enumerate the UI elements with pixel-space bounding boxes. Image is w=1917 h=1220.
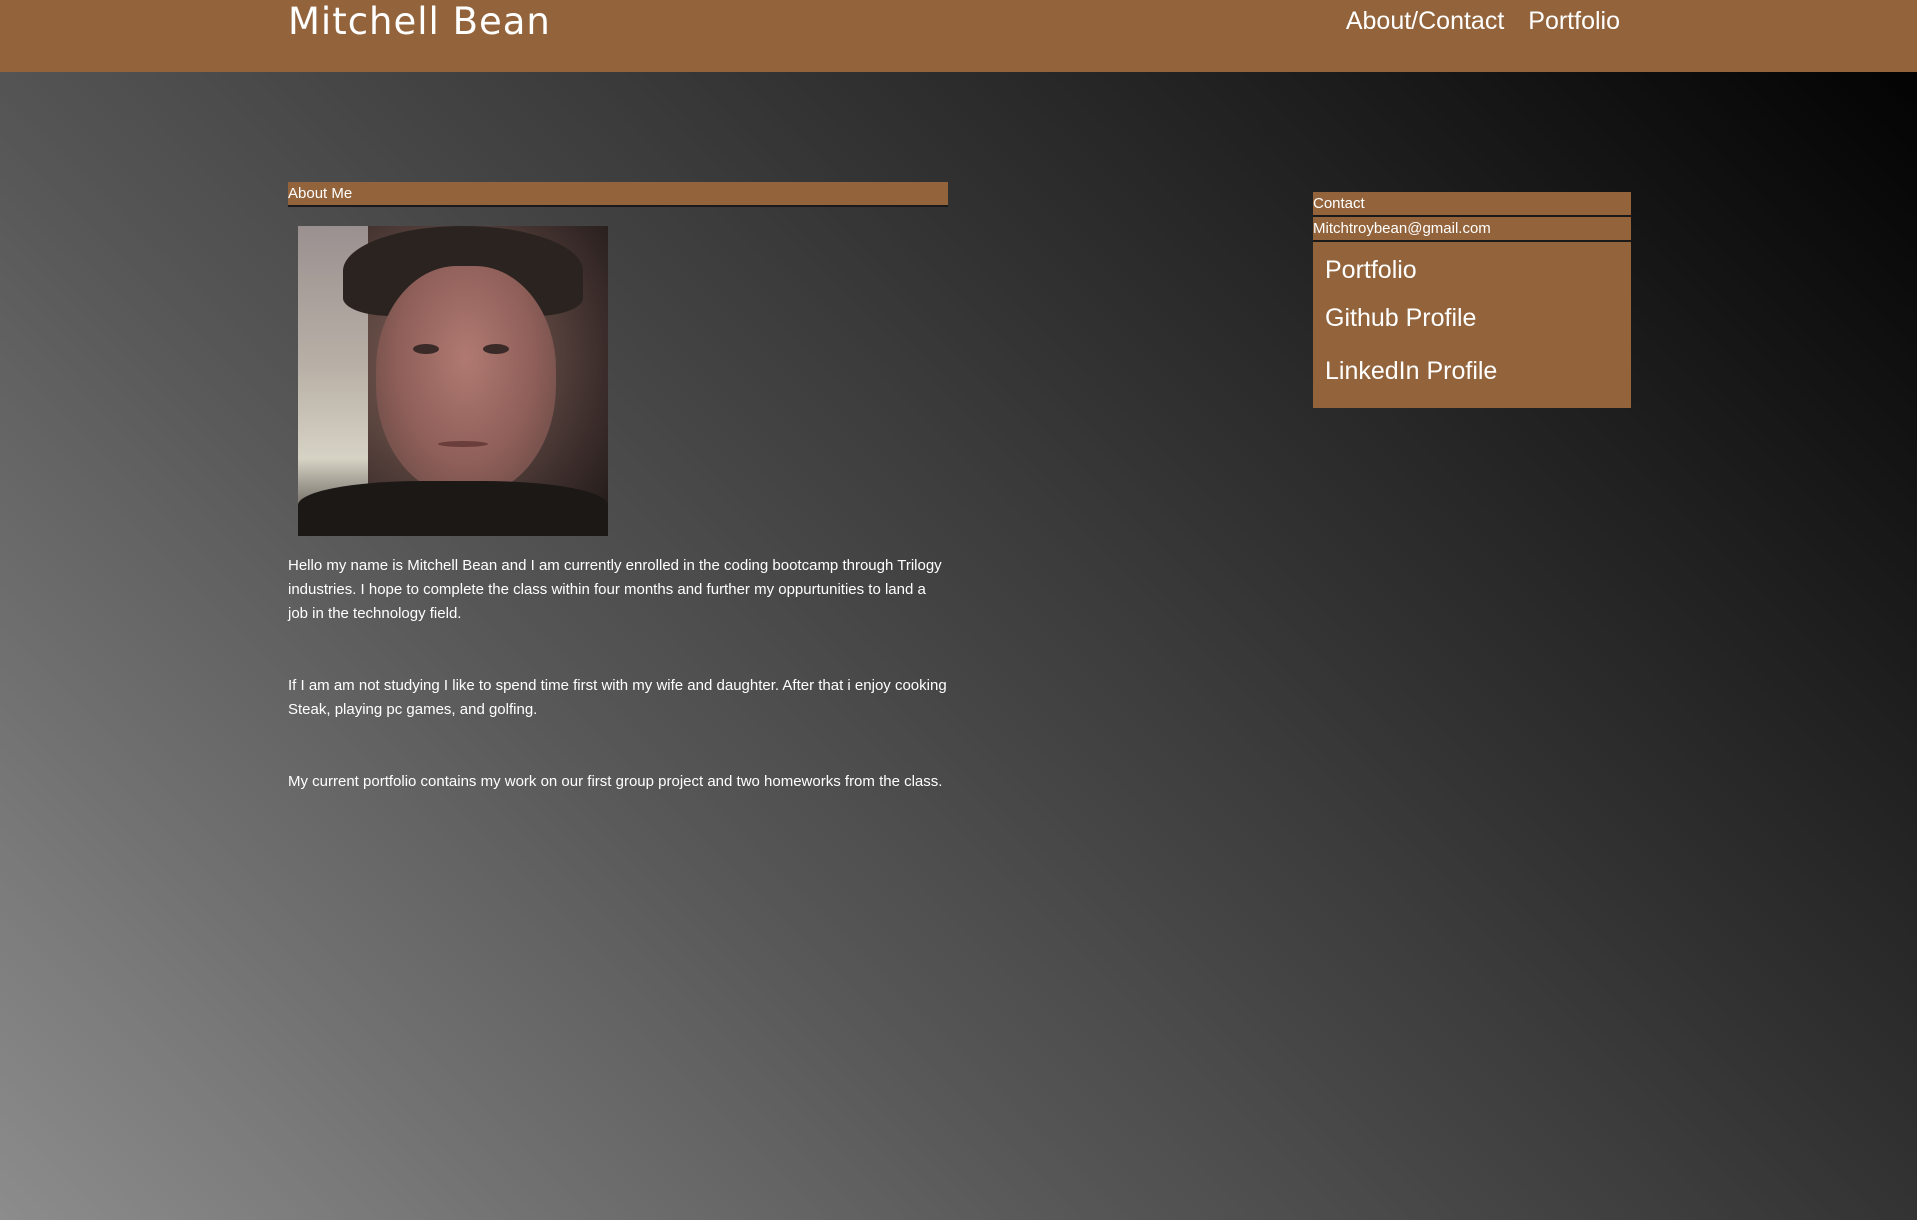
photo-shirt [298,481,608,536]
contact-links: Portfolio Github Profile LinkedIn Profil… [1313,242,1631,408]
contact-heading: Contact [1313,192,1631,217]
photo-mouth [438,441,488,447]
nav-link-about-contact[interactable]: About/Contact [1346,4,1504,38]
link-portfolio[interactable]: Portfolio [1325,250,1631,290]
main-nav: About/Contact Portfolio [1346,4,1620,38]
contact-email: Mitchtroybean@gmail.com [1313,217,1631,242]
link-github-profile[interactable]: Github Profile [1325,292,1631,345]
photo-eye-left [413,344,439,354]
about-paragraph-portfolio: My current portfolio contains my work on… [288,773,943,790]
top-navbar: Mitchell Bean About/Contact Portfolio [0,0,1917,72]
about-paragraph-hobbies: If I am am not studying I like to spend … [288,677,947,718]
about-section: About Me Hello my name is Mitchell Bean … [288,182,948,794]
nav-link-portfolio[interactable]: Portfolio [1528,4,1620,38]
link-linkedin-profile[interactable]: LinkedIn Profile [1325,345,1631,398]
about-heading: About Me [288,182,948,207]
photo-eye-right [483,344,509,354]
site-title[interactable]: Mitchell Bean [288,0,551,44]
about-paragraph-intro: Hello my name is Mitchell Bean and I am … [288,557,942,622]
photo-face [376,266,556,496]
profile-photo [298,226,608,536]
contact-section: Contact Mitchtroybean@gmail.com Portfoli… [1313,192,1631,408]
